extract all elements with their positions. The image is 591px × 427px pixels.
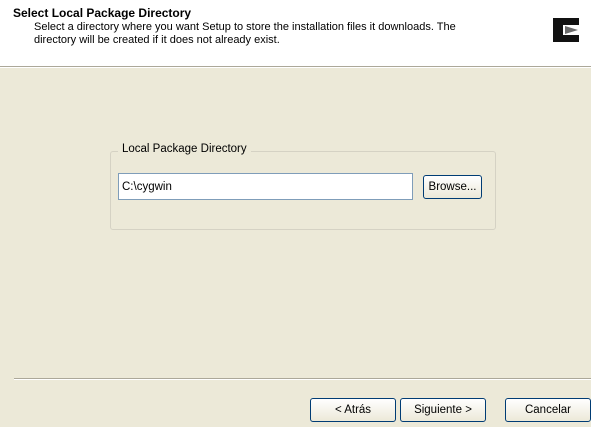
wizard-header: Select Local Package Directory Select a …	[0, 0, 591, 66]
footer-separator	[14, 378, 591, 380]
browse-button[interactable]: Browse...	[423, 175, 482, 199]
cygwin-logo-icon	[553, 18, 579, 42]
directory-input[interactable]	[118, 173, 413, 200]
next-button[interactable]: Siguiente >	[400, 398, 486, 422]
page-description: Select a directory where you want Setup …	[34, 21, 456, 46]
header-separator	[0, 66, 591, 68]
page-title: Select Local Package Directory	[13, 6, 192, 20]
cancel-button[interactable]: Cancelar	[505, 398, 591, 422]
group-label: Local Package Directory	[118, 143, 251, 155]
back-button[interactable]: < Atrás	[310, 398, 396, 422]
